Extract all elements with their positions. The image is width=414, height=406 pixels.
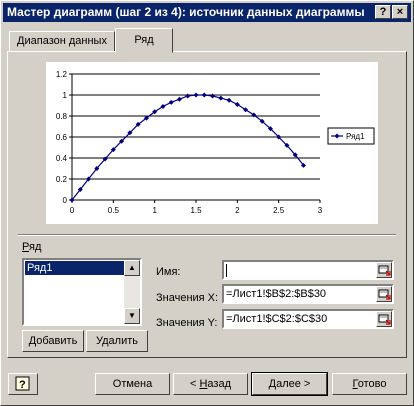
svg-text:?: ? (19, 379, 26, 391)
x-tick-label: 2.5 (273, 206, 285, 215)
tab-data-range[interactable]: Диапазон данных (9, 31, 115, 52)
cancel-button[interactable]: Отмена (95, 373, 170, 395)
chart-wizard-dialog: Мастер диаграмм (шаг 2 из 4): источник д… (0, 0, 414, 406)
x-tick-label: 0.5 (108, 206, 120, 215)
finish-button[interactable]: Готово (332, 373, 407, 395)
series-section-label: Ряд (22, 241, 42, 253)
y-tick-label: 1 (63, 91, 68, 100)
data-point (176, 96, 182, 102)
y-tick-label: 0 (63, 196, 68, 205)
collapse-dialog-x-icon[interactable] (376, 286, 392, 302)
text-caret (226, 264, 227, 277)
next-button[interactable]: Далее > (251, 372, 328, 396)
y-tick-label: 0.4 (56, 154, 68, 163)
x-tick-label: 0 (70, 206, 75, 215)
legend-label: Ряд1 (346, 132, 365, 141)
help-button[interactable]: ? (8, 373, 38, 395)
collapse-dialog-y-icon[interactable] (376, 311, 392, 327)
data-point (193, 92, 199, 98)
series-line (71, 94, 304, 201)
x-values-field[interactable]: =Лист1!$B$2:$B$30 (222, 284, 394, 304)
tab-series[interactable]: Ряд (115, 28, 173, 53)
help-title-button[interactable]: ? (375, 5, 391, 19)
data-point (210, 93, 216, 99)
data-point (226, 97, 232, 103)
listbox-scrollbar[interactable]: ▲ ▼ (124, 260, 140, 324)
series-section-label-rest: яд (28, 241, 42, 253)
finish-button-label: отово (357, 378, 387, 390)
help-icon: ? (15, 376, 30, 391)
x-tick-label: 1 (152, 206, 157, 215)
tab-panel: 0 0.2 0.4 0.6 0.8 1 1.2 0 0.5 1 1.5 2 2.5 3 Ряд1 Ряд Р… (7, 51, 407, 358)
remove-series-button[interactable]: Удалить (86, 330, 148, 352)
add-series-button[interactable]: Добавить (22, 330, 84, 352)
add-series-button-label: обавить (36, 335, 78, 347)
y-tick-label: 0.2 (56, 175, 68, 184)
y-tick-label: 1.2 (56, 70, 68, 79)
x-values-value: =Лист1!$B$2:$B$30 (226, 288, 327, 300)
data-point (201, 92, 207, 98)
chart-svg: 0 0.2 0.4 0.6 0.8 1 1.2 0 0.5 1 1.5 2 2.5 3 Ряд1 (56, 70, 375, 215)
data-point (168, 99, 174, 105)
back-button[interactable]: < Назад (173, 373, 248, 395)
data-point (185, 93, 191, 99)
section-divider (18, 234, 396, 236)
y-values-field[interactable]: =Лист1!$C$2:$C$30 (222, 309, 394, 329)
scroll-down-icon[interactable]: ▼ (124, 308, 140, 324)
scroll-up-icon[interactable]: ▲ (124, 260, 140, 276)
y-tick-label: 0.8 (56, 112, 68, 121)
dialog-title: Мастер диаграмм (шаг 2 из 4): источник д… (7, 5, 365, 19)
collapse-dialog-name-icon[interactable] (376, 262, 392, 278)
y-values-label: Значения Y: (156, 317, 218, 329)
y-tick-label: 0.6 (56, 133, 68, 142)
x-values-label: Значения X: (156, 292, 219, 304)
series-list-item[interactable]: Ряд1 (25, 261, 125, 275)
x-tick-label: 1.5 (190, 206, 202, 215)
close-button[interactable]: × (392, 5, 408, 19)
y-values-value: =Лист1!$C$2:$C$30 (226, 313, 328, 325)
name-field[interactable] (222, 260, 394, 280)
chart-preview: 0 0.2 0.4 0.6 0.8 1 1.2 0 0.5 1 1.5 2 2.5 3 Ряд1 (46, 62, 378, 224)
title-bar[interactable]: Мастер диаграмм (шаг 2 из 4): источник д… (3, 3, 411, 22)
x-tick-label: 3 (318, 206, 323, 215)
x-tick-label: 2 (235, 206, 240, 215)
data-point (218, 95, 224, 101)
back-button-label: азад (207, 378, 231, 390)
name-label: Имя: (156, 266, 181, 278)
series-listbox[interactable]: Ряд1 ▲ ▼ (22, 258, 142, 326)
